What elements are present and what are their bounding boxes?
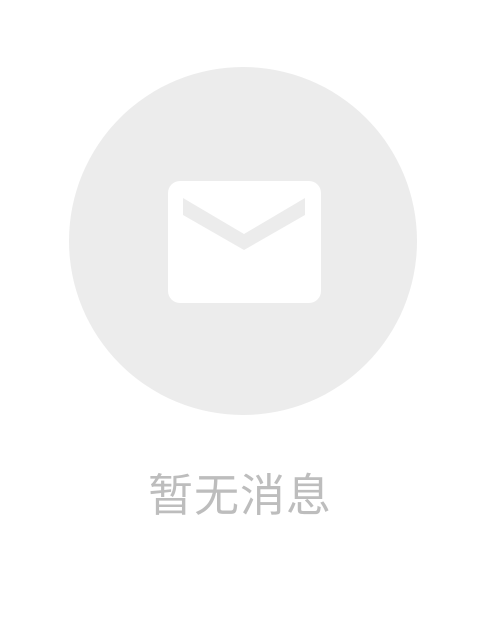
empty-state: 暂无消息 [0, 0, 480, 635]
mail-icon [168, 181, 321, 303]
empty-message: 暂无消息 [147, 469, 332, 522]
